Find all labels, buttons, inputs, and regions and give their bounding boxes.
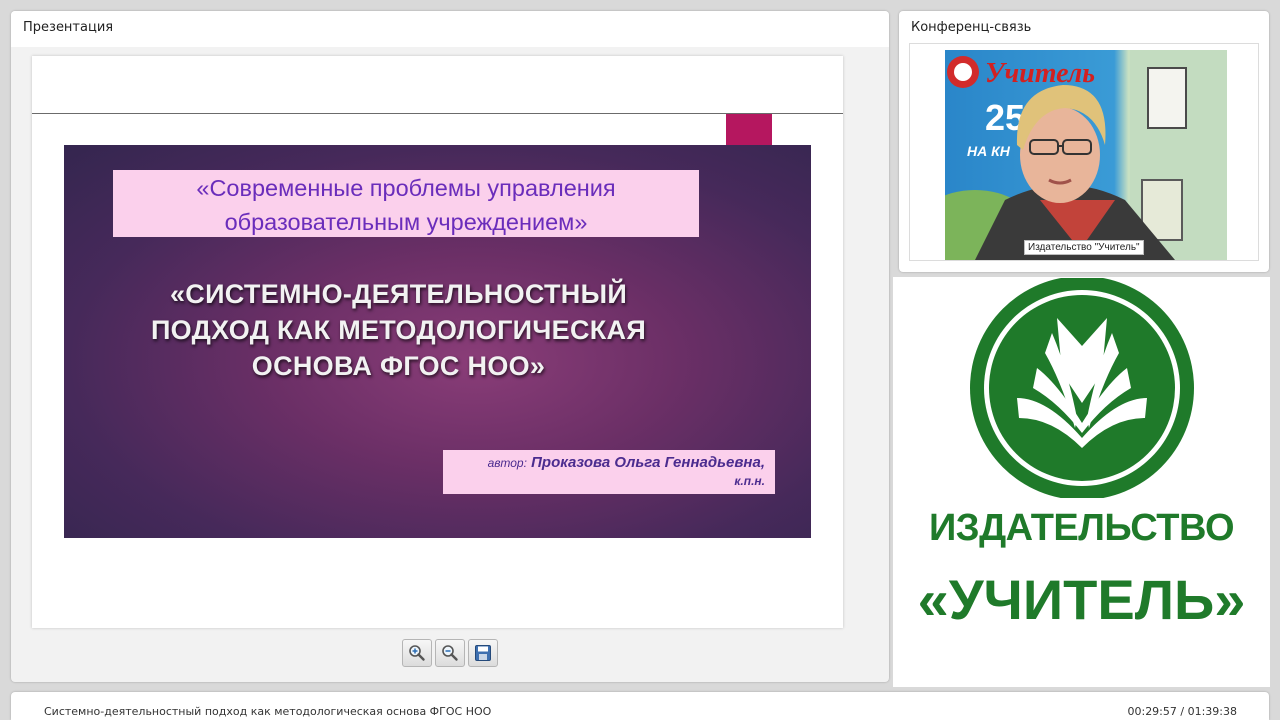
- slide-title: «СИСТЕМНО-ДЕЯТЕЛЬНОСТНЫЙ ПОДХОД КАК МЕТО…: [64, 276, 733, 384]
- slide-title-line1: «СИСТЕМНО-ДЕЯТЕЛЬНОСТНЫЙ: [169, 279, 628, 309]
- slide-author-label: автор:: [487, 456, 527, 470]
- conference-panel: Конференц-связь Учитель 25 НА КН Издател…: [899, 11, 1269, 272]
- video-area: Учитель 25 НА КН Издательство "Учитель": [909, 43, 1259, 261]
- webcam-video[interactable]: Учитель 25 НА КН Издательство "Учитель": [945, 50, 1227, 260]
- slide-title-line3: ОСНОВА ФГОС НОО»: [251, 351, 546, 381]
- webinar-title: Системно-деятельностный подход как метод…: [44, 705, 492, 718]
- publisher-logo-icon: [970, 278, 1194, 498]
- publisher-name-line2: «УЧИТЕЛЬ»: [917, 568, 1246, 631]
- save-button[interactable]: [468, 639, 498, 667]
- video-banner-text: Учитель: [985, 58, 1095, 89]
- slide-divider: [32, 113, 843, 114]
- presentation-header: [11, 11, 889, 47]
- zoom-in-button[interactable]: [402, 639, 432, 667]
- slide-title-line2: ПОДХОД КАК МЕТОДОЛОГИЧЕСКАЯ: [150, 315, 647, 345]
- slide-author-degree: к.п.н.: [734, 474, 765, 488]
- save-icon: [475, 645, 491, 661]
- video-participant-label: Издательство "Учитель": [1024, 240, 1144, 255]
- conference-panel-title: Конференц-связь: [911, 20, 1032, 35]
- video-banner-caption: НА КН: [967, 143, 1011, 159]
- slide-content: «Современные проблемы управления образов…: [64, 145, 811, 538]
- speaker-video-frame: Учитель 25 НА КН: [945, 50, 1227, 260]
- presentation-panel-title: Презентация: [23, 20, 114, 35]
- publisher-logo-panel: ИЗДАТЕЛЬСТВО «УЧИТЕЛЬ»: [893, 277, 1270, 687]
- publisher-name-line1: ИЗДАТЕЛЬСТВО: [928, 507, 1235, 549]
- slide-author-box: автор: Проказова Ольга Геннадьевна, к.п.…: [443, 450, 775, 494]
- slide-subtitle-line2: образовательным учреждением»: [224, 209, 588, 235]
- zoom-out-button[interactable]: [435, 639, 465, 667]
- slide-author-line: автор: Проказова Ольга Геннадьевна,: [487, 454, 765, 471]
- status-bar: Системно-деятельностный подход как метод…: [11, 692, 1269, 720]
- slide-author-name: Проказова Ольга Геннадьевна: [531, 454, 761, 471]
- slide-subtitle-box: «Современные проблемы управления образов…: [113, 170, 699, 237]
- zoom-out-icon: [442, 645, 458, 661]
- slide: «Современные проблемы управления образов…: [32, 56, 843, 628]
- playback-time: 00:29:57 / 01:39:38: [1127, 705, 1237, 718]
- presentation-panel: Презентация «Современные проблемы управл…: [11, 11, 889, 682]
- zoom-in-icon: [409, 645, 425, 661]
- slide-subtitle-line1: «Современные проблемы управления: [196, 175, 616, 201]
